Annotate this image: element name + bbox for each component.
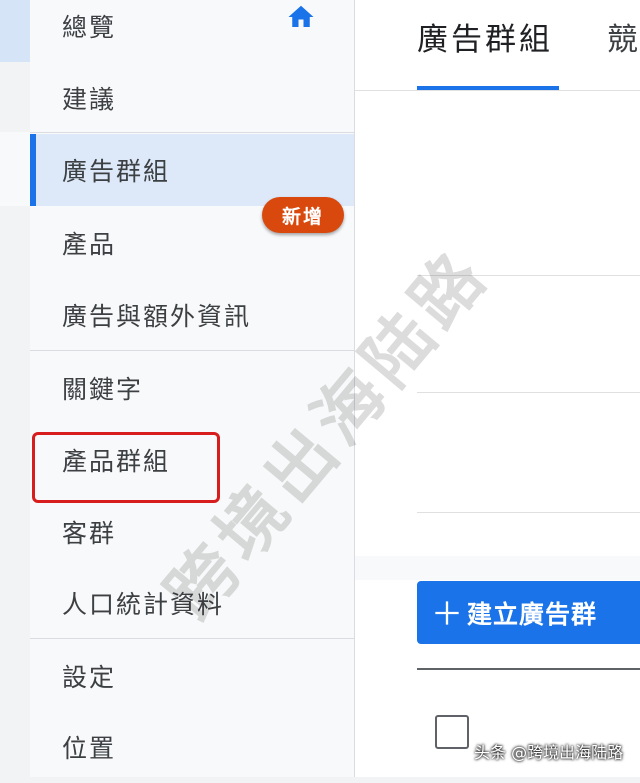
left-rail (0, 0, 31, 777)
sidebar-item-ad-groups[interactable]: 廣告群組 (30, 134, 354, 206)
new-badge: 新增 (262, 197, 344, 233)
divider (30, 132, 354, 133)
left-rail-selected (0, 0, 30, 62)
sidebar-item-label: 廣告與額外資訊 (62, 302, 252, 331)
sidebar-item-label: 產品 (62, 230, 117, 259)
table-header-divider (417, 668, 640, 670)
tab-ad-groups[interactable]: 廣告群組 (417, 14, 553, 59)
sidebar-item-label: 建議 (62, 85, 117, 114)
sidebar-item-ads-extensions[interactable]: 廣告與額外資訊 (30, 279, 354, 351)
source-credit: 头条 @跨境出海陆路 (474, 743, 624, 762)
sidebar-item-demographics[interactable]: 人口統計資料 (30, 567, 354, 639)
sidebar-item-label: 客群 (62, 519, 117, 548)
sidebar-item-recommendations[interactable]: 建議 (30, 62, 354, 134)
sidebar-item-label: 設定 (62, 663, 117, 692)
sidebar-item-overview[interactable]: 總覽 (30, 0, 354, 62)
main-content: 廣告群組 競 建立廣告群 (355, 0, 640, 777)
select-all-checkbox[interactable] (435, 715, 469, 749)
row-divider (417, 392, 640, 393)
page-menu: 總覽 建議 廣告群組 產品 廣告與額外資訊 關鍵字 產品群組 客群 人口統計資料… (30, 0, 355, 777)
sidebar-item-label: 人口統計資料 (62, 590, 225, 619)
sidebar-item-settings[interactable]: 設定 (30, 640, 354, 712)
annotation-highlight-box (32, 432, 220, 503)
row-divider (417, 275, 640, 276)
sidebar-item-label: 關鍵字 (62, 375, 144, 404)
tab-active-indicator (417, 86, 559, 90)
sidebar-item-label: 廣告群組 (62, 157, 171, 186)
row-divider (417, 512, 640, 513)
section-gap (355, 556, 640, 580)
sidebar-item-audiences[interactable]: 客群 (30, 496, 354, 568)
sidebar-item-label: 總覽 (62, 13, 117, 42)
tab-bar: 廣告群組 競 (355, 0, 640, 91)
sidebar-item-keywords[interactable]: 關鍵字 (30, 352, 354, 424)
sidebar-item-label: 位置 (62, 734, 117, 763)
create-ad-group-button[interactable]: 建立廣告群 (417, 581, 640, 644)
plus-icon (435, 601, 459, 625)
left-rail-band (0, 132, 30, 206)
create-button-label: 建立廣告群 (467, 599, 598, 629)
divider (30, 638, 354, 639)
divider (30, 350, 354, 351)
sidebar-item-locations[interactable]: 位置 (30, 711, 354, 783)
tab-competition[interactable]: 競 (607, 14, 638, 59)
home-icon (288, 5, 314, 27)
